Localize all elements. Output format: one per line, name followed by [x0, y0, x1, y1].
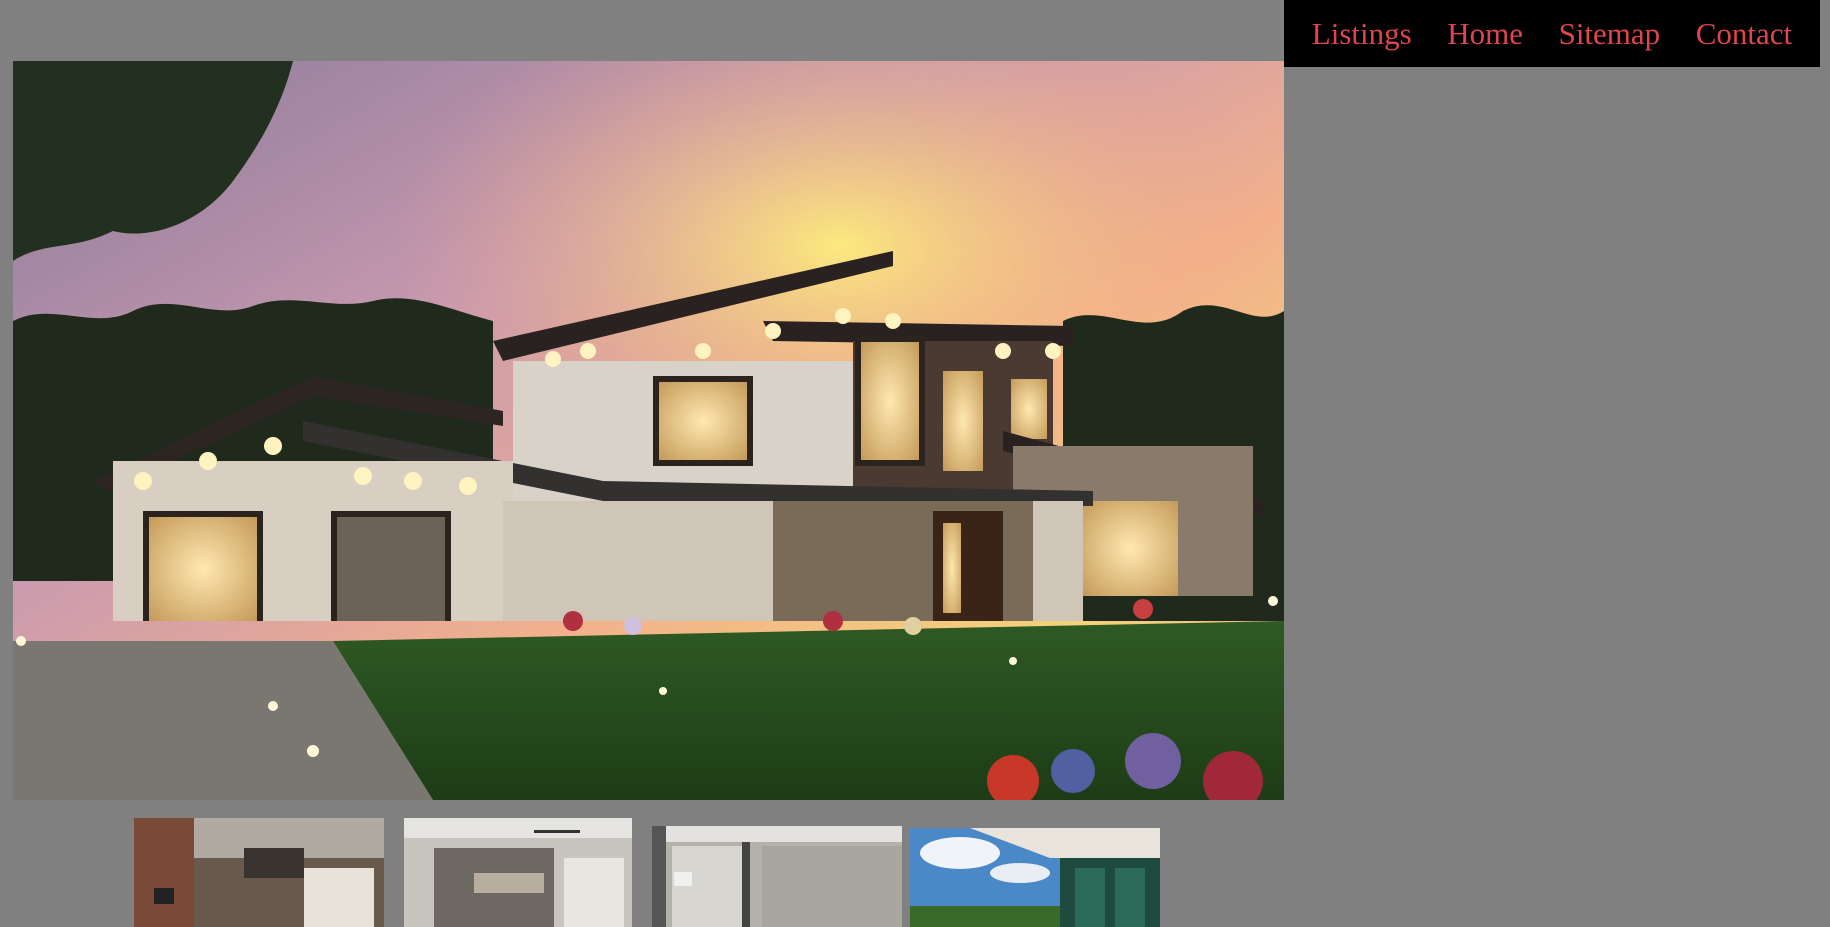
thumbnail-living-room[interactable]	[134, 818, 384, 927]
thumbnail-balcony-view-image	[910, 828, 1160, 927]
thumbnail-bathroom[interactable]	[652, 826, 902, 927]
hero-house-illustration	[13, 61, 1284, 800]
thumbnail-bathroom-image	[652, 826, 902, 927]
hero-house-image	[13, 61, 1284, 800]
thumbnail-balcony-view[interactable]	[910, 828, 1160, 927]
thumbnail-bedroom-image	[404, 818, 632, 927]
thumbnail-bedroom[interactable]	[404, 818, 632, 927]
top-nav: Listings Home Sitemap Contact	[1284, 0, 1820, 67]
thumbnail-living-room-image	[134, 818, 384, 927]
nav-link-sitemap[interactable]: Sitemap	[1559, 16, 1661, 52]
nav-link-listings[interactable]: Listings	[1312, 16, 1412, 52]
nav-link-contact[interactable]: Contact	[1696, 16, 1792, 52]
nav-link-home[interactable]: Home	[1447, 16, 1523, 52]
